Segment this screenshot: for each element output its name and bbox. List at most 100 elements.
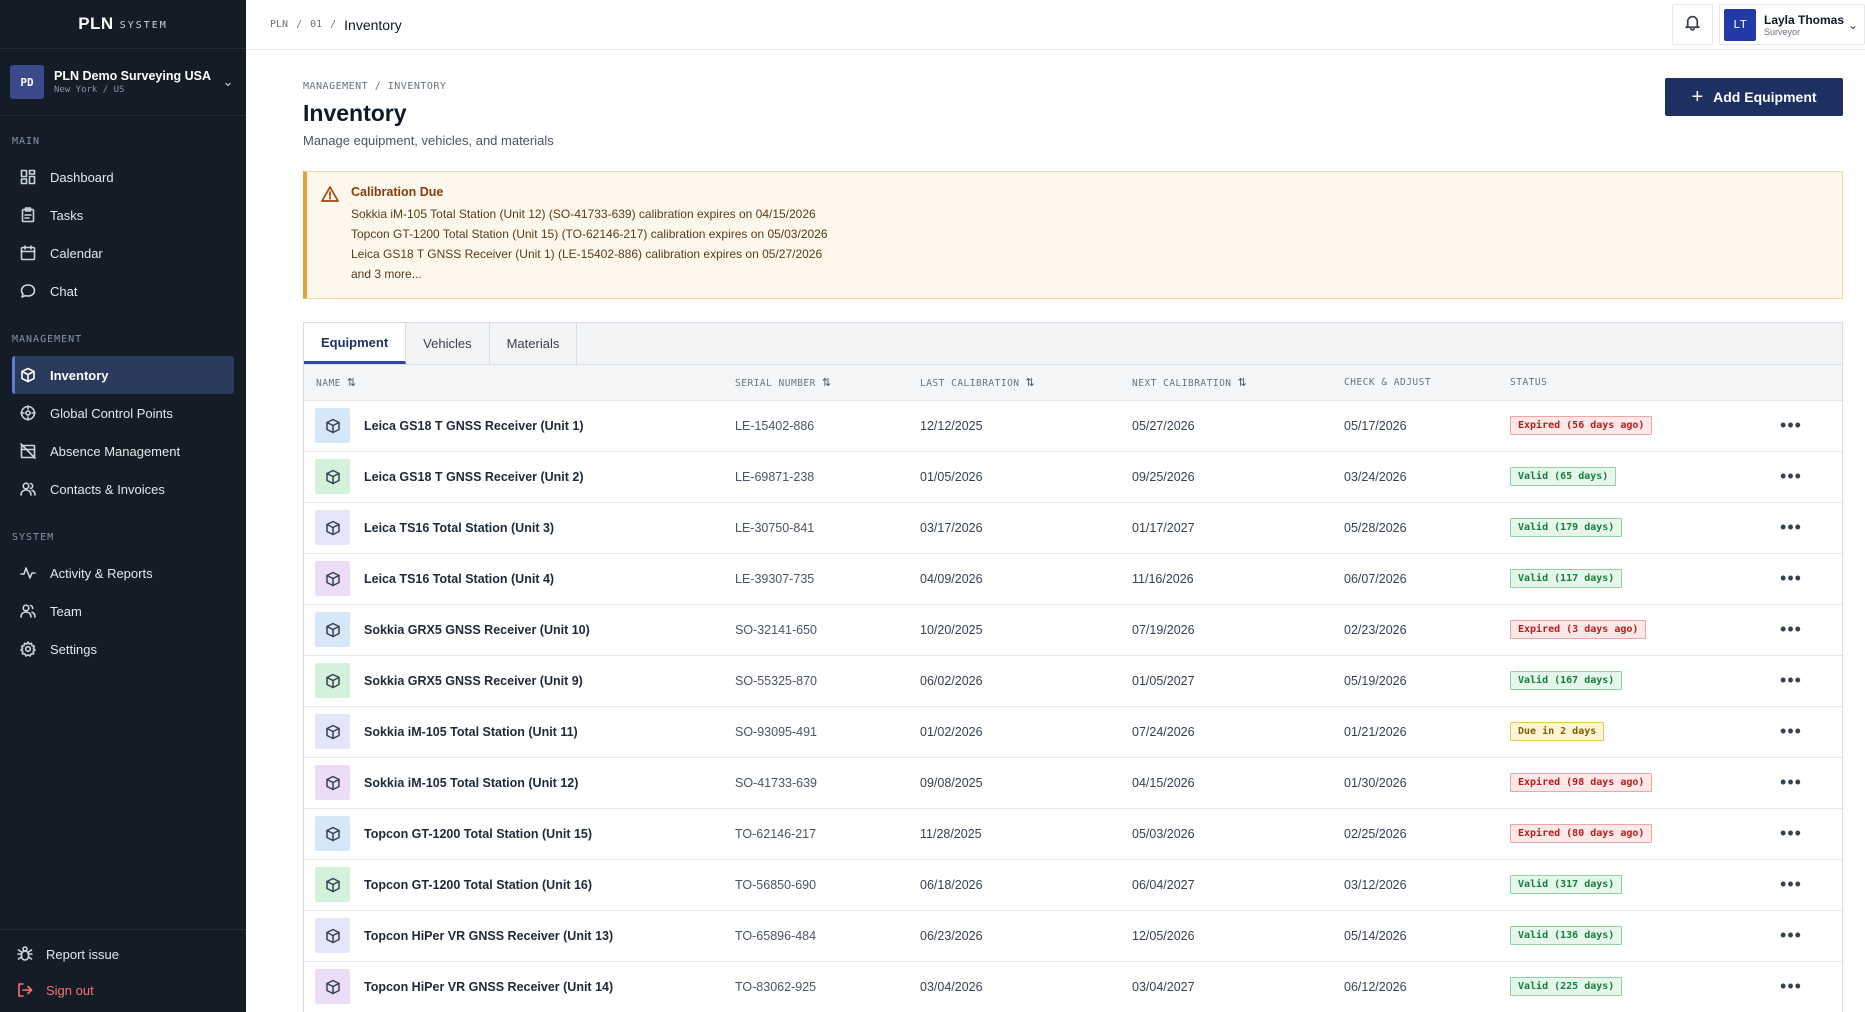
column-header-serial[interactable]: SERIAL NUMBER ⇅ (735, 365, 920, 401)
bug-icon (16, 945, 34, 963)
sign-out-button[interactable]: Sign out (12, 972, 234, 1008)
table-row[interactable]: Topcon HiPer VR GNSS Receiver (Unit 13) T… (304, 910, 1842, 961)
cell-check-adjust: 02/23/2026 (1344, 622, 1407, 637)
brand-logo[interactable]: PLN SYSTEM (0, 0, 246, 49)
cell-check-adjust: 06/07/2026 (1344, 571, 1407, 586)
user-role: Surveyor (1764, 26, 1801, 37)
sidebar-item-tasks[interactable]: Tasks (12, 196, 234, 234)
cell-name: Topcon HiPer VR GNSS Receiver (Unit 13) (304, 910, 735, 961)
more-actions-icon[interactable]: ••• (1740, 721, 1842, 742)
cell-check-adjust: 05/28/2026 (1344, 520, 1407, 535)
cell-actions: ••• (1740, 961, 1842, 1012)
report-issue-button[interactable]: Report issue (12, 936, 234, 972)
sidebar-item-calendar[interactable]: Calendar (12, 234, 234, 272)
box-icon (315, 969, 350, 1004)
sidebar: PLN SYSTEM PD PLN Demo Surveying USA New… (0, 0, 246, 1012)
sidebar-item-inventory[interactable]: Inventory (12, 356, 234, 394)
column-header-last-calibration[interactable]: LAST CALIBRATION ⇅ (920, 365, 1132, 401)
user-menu[interactable]: LT Layla Thomas Surveyor ⌄ (1719, 4, 1865, 45)
table-row[interactable]: Sokkia iM-105 Total Station (Unit 11) SO-… (304, 706, 1842, 757)
equipment-name[interactable]: Sokkia iM-105 Total Station (Unit 12) (364, 776, 578, 790)
org-avatar: PD (10, 65, 44, 99)
table-header-row: NAME ⇅ SERIAL NUMBER ⇅ LAST CALIBRATION ⇅ N… (304, 365, 1842, 401)
table-row[interactable]: Sokkia GRX5 GNSS Receiver (Unit 10) SO-32… (304, 604, 1842, 655)
table-row[interactable]: Leica GS18 T GNSS Receiver (Unit 2) LE-69… (304, 451, 1842, 502)
more-actions-icon[interactable]: ••• (1740, 823, 1842, 844)
status-badge: Valid (225 days) (1510, 977, 1623, 996)
more-actions-icon[interactable]: ••• (1740, 670, 1842, 691)
cell-name: Sokkia iM-105 Total Station (Unit 11) (304, 706, 735, 757)
breadcrumb-item[interactable]: 01 (310, 19, 322, 30)
more-actions-icon[interactable]: ••• (1740, 466, 1842, 487)
sidebar-item-contacts-invoices[interactable]: Contacts & Invoices (12, 470, 234, 508)
equipment-name[interactable]: Topcon HiPer VR GNSS Receiver (Unit 13) (364, 929, 613, 943)
more-actions-icon[interactable]: ••• (1740, 925, 1842, 946)
status-badge: Valid (65 days) (1510, 467, 1617, 486)
more-actions-icon[interactable]: ••• (1740, 517, 1842, 538)
cell-last-calibration: 06/02/2026 (920, 673, 983, 688)
chevron-down-icon: ⌄ (1847, 17, 1858, 32)
sidebar-item-absence-management[interactable]: Absence Management (12, 432, 234, 470)
table-row[interactable]: Leica GS18 T GNSS Receiver (Unit 1) LE-15… (304, 400, 1842, 451)
sidebar-item-global-control-points[interactable]: Global Control Points (12, 394, 234, 432)
sign-out-icon (16, 981, 34, 999)
equipment-name[interactable]: Leica TS16 Total Station (Unit 3) (364, 521, 554, 535)
cell-status: Expired (56 days ago) (1510, 400, 1740, 451)
cell-serial: SO-55325-870 (735, 673, 818, 688)
cell-serial: LE-30750-841 (735, 520, 815, 535)
more-actions-icon[interactable]: ••• (1740, 976, 1842, 997)
sidebar-item-label: Dashboard (50, 169, 114, 185)
table-row[interactable]: Sokkia iM-105 Total Station (Unit 12) SO-… (304, 757, 1842, 808)
equipment-name[interactable]: Leica TS16 Total Station (Unit 4) (364, 572, 554, 586)
cell-last-calibration: 12/12/2025 (920, 418, 983, 433)
table-row[interactable]: Leica TS16 Total Station (Unit 3) LE-3075… (304, 502, 1842, 553)
tab-materials[interactable]: Materials (490, 323, 578, 364)
breadcrumb-item[interactable]: PLN (270, 19, 288, 30)
more-actions-icon[interactable]: ••• (1740, 772, 1842, 793)
table-row[interactable]: Sokkia GRX5 GNSS Receiver (Unit 9) SO-553… (304, 655, 1842, 706)
table-row[interactable]: Topcon GT-1200 Total Station (Unit 16) TO… (304, 859, 1842, 910)
box-icon (315, 663, 350, 698)
cell-last-calibration: 03/17/2026 (920, 520, 983, 535)
sidebar-item-activity-reports[interactable]: Activity & Reports (12, 554, 234, 592)
cell-actions: ••• (1740, 604, 1842, 655)
equipment-name[interactable]: Sokkia iM-105 Total Station (Unit 11) (364, 725, 578, 739)
add-equipment-label: Add Equipment (1713, 89, 1817, 105)
column-header-next-calibration[interactable]: NEXT CALIBRATION ⇅ (1132, 365, 1344, 401)
tab-vehicles[interactable]: Vehicles (406, 323, 490, 364)
top-breadcrumb: PLN / 01 / Inventory (246, 17, 402, 33)
alert-more-link[interactable]: and 3 more... (351, 264, 828, 284)
cell-name: Leica TS16 Total Station (Unit 3) (304, 502, 735, 553)
equipment-name[interactable]: Topcon GT-1200 Total Station (Unit 15) (364, 827, 592, 841)
grid-icon (19, 168, 37, 186)
tab-equipment[interactable]: Equipment (304, 323, 407, 364)
box-icon (315, 714, 350, 749)
table-row[interactable]: Topcon HiPer VR GNSS Receiver (Unit 14) T… (304, 961, 1842, 1012)
equipment-name[interactable]: Sokkia GRX5 GNSS Receiver (Unit 9) (364, 674, 583, 688)
sidebar-item-chat[interactable]: Chat (12, 272, 234, 310)
org-switcher[interactable]: PD PLN Demo Surveying USA New York / US … (0, 49, 246, 116)
equipment-name[interactable]: Topcon GT-1200 Total Station (Unit 16) (364, 878, 592, 892)
equipment-name[interactable]: Sokkia GRX5 GNSS Receiver (Unit 10) (364, 623, 590, 637)
cell-check-adjust: 02/25/2026 (1344, 826, 1407, 841)
cell-status: Expired (98 days ago) (1510, 757, 1740, 808)
equipment-name[interactable]: Topcon HiPer VR GNSS Receiver (Unit 14) (364, 980, 613, 994)
notifications-button[interactable] (1672, 4, 1713, 45)
sidebar-item-label: Settings (50, 641, 97, 657)
chat-icon (19, 282, 37, 300)
more-actions-icon[interactable]: ••• (1740, 568, 1842, 589)
table-row[interactable]: Leica TS16 Total Station (Unit 4) LE-3930… (304, 553, 1842, 604)
equipment-name[interactable]: Leica GS18 T GNSS Receiver (Unit 2) (364, 470, 584, 484)
equipment-name[interactable]: Leica GS18 T GNSS Receiver (Unit 1) (364, 419, 584, 433)
cell-actions: ••• (1740, 706, 1842, 757)
section-label-management: MANAGEMENT (12, 334, 83, 345)
column-header-name[interactable]: NAME ⇅ (304, 365, 735, 401)
add-equipment-button[interactable]: + Add Equipment (1665, 78, 1843, 116)
more-actions-icon[interactable]: ••• (1740, 415, 1842, 436)
sidebar-item-team[interactable]: Team (12, 592, 234, 630)
sidebar-item-settings[interactable]: Settings (12, 630, 234, 668)
more-actions-icon[interactable]: ••• (1740, 874, 1842, 895)
table-row[interactable]: Topcon GT-1200 Total Station (Unit 15) TO… (304, 808, 1842, 859)
sidebar-item-dashboard[interactable]: Dashboard (12, 158, 234, 196)
more-actions-icon[interactable]: ••• (1740, 619, 1842, 640)
